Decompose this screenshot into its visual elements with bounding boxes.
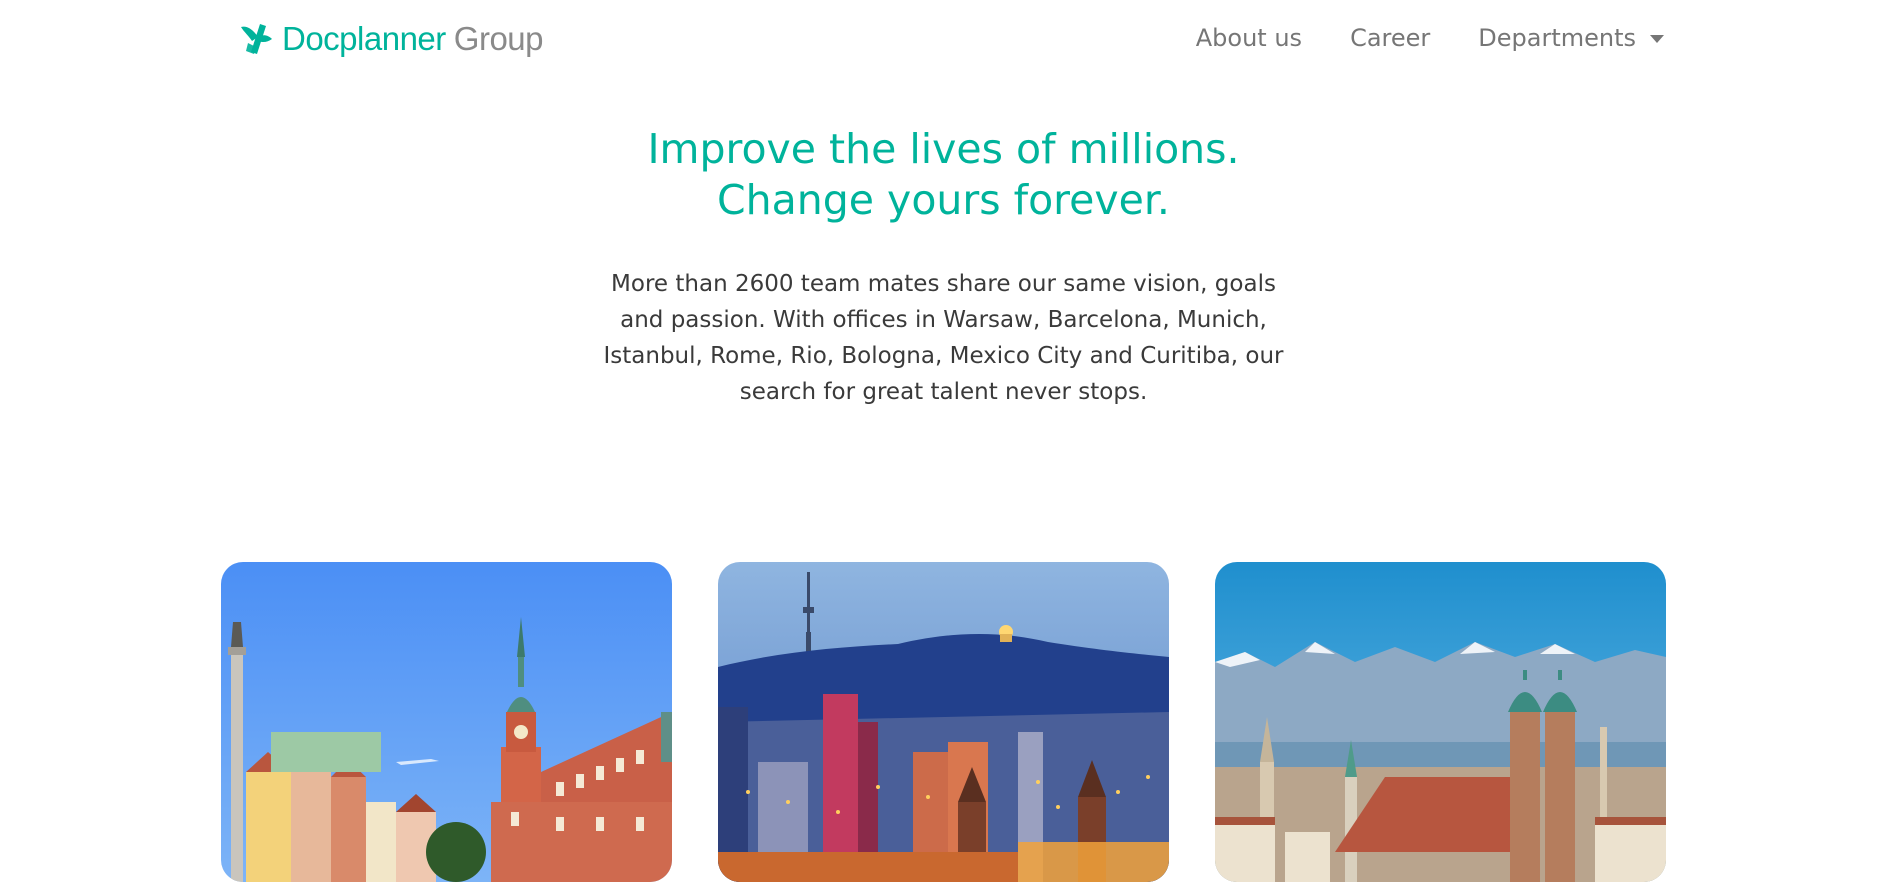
office-card-munich[interactable] [1215,562,1666,882]
barcelona-photo [718,562,1169,882]
hero-title: Improve the lives of millions. Change yo… [0,124,1887,226]
munich-photo [1215,562,1666,882]
hero-title-line-2: Change yours forever. [717,176,1170,224]
office-card-barcelona[interactable] [718,562,1169,882]
chevron-down-icon [1650,35,1664,43]
nav-departments-label: Departments [1478,24,1636,52]
docplanner-logo-icon [241,24,272,54]
nav-departments-dropdown[interactable]: Departments [1478,24,1664,52]
brand-logo[interactable]: Docplanner Group [238,19,544,59]
brand-name: Docplanner Group [282,19,544,59]
warsaw-photo [221,562,672,882]
hero-title-line-1: Improve the lives of millions. [647,125,1240,173]
brand-secondary: Group [453,20,544,57]
site-header: Docplanner Group About us Career Departme… [0,0,1897,78]
office-card-warsaw[interactable] [221,562,672,882]
hero-description: More than 2600 team mates share our same… [603,271,1284,405]
nav-career[interactable]: Career [1350,24,1430,52]
main-nav: About us Career Departments [1148,18,1664,58]
brand-primary: Docplanner [282,20,446,57]
nav-about-us[interactable]: About us [1196,24,1302,52]
